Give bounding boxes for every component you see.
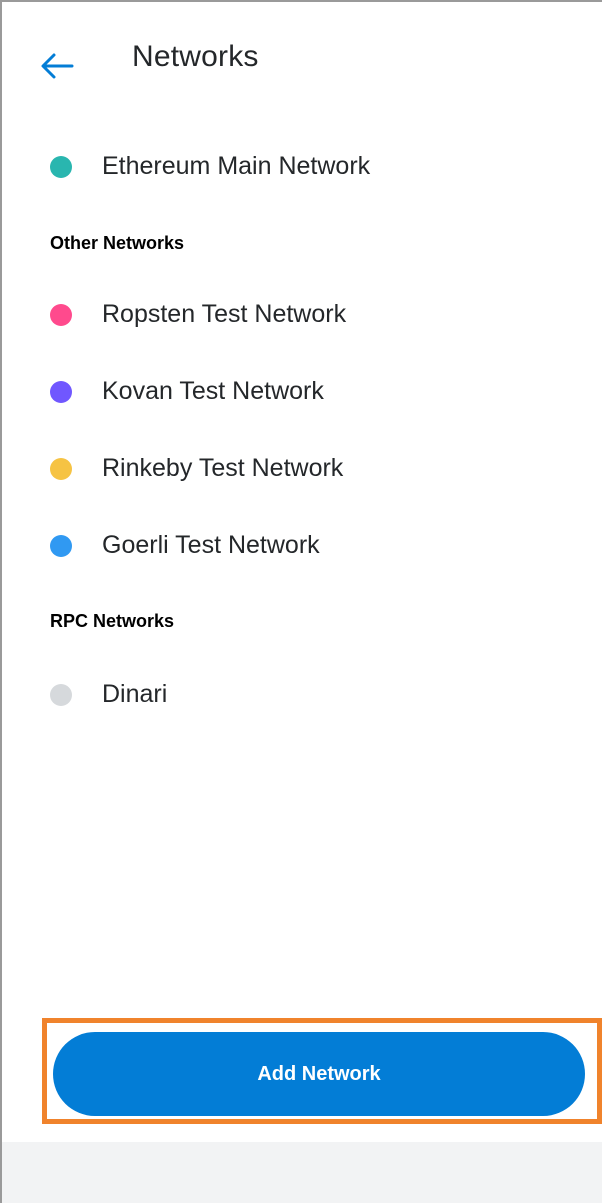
network-item-ropsten[interactable]: Ropsten Test Network xyxy=(2,284,562,344)
network-label: Rinkeby Test Network xyxy=(102,454,344,482)
section-heading-rpc-networks: RPC Networks xyxy=(50,611,175,631)
network-color-dot xyxy=(50,535,72,557)
network-item-rinkeby[interactable]: Rinkeby Test Network xyxy=(2,438,562,498)
network-color-dot xyxy=(50,458,72,480)
add-network-button[interactable]: Add Network xyxy=(53,1032,585,1116)
network-color-dot xyxy=(50,156,72,178)
network-item-dinari[interactable]: Dinari xyxy=(2,664,562,724)
network-item-goerli[interactable]: Goerli Test Network xyxy=(2,515,562,575)
network-item-ethereum-main[interactable]: Ethereum Main Network xyxy=(2,136,562,196)
header: Networks xyxy=(2,2,602,122)
network-label: Kovan Test Network xyxy=(102,377,324,405)
network-color-dot xyxy=(50,684,72,706)
network-color-dot xyxy=(50,304,72,326)
network-item-kovan[interactable]: Kovan Test Network xyxy=(2,361,562,421)
network-color-dot xyxy=(50,381,72,403)
section-heading-other-networks: Other Networks xyxy=(50,233,185,253)
network-label: Dinari xyxy=(102,680,168,708)
footer-strip xyxy=(2,1142,602,1203)
page-title: Networks xyxy=(132,40,259,73)
network-label: Ethereum Main Network xyxy=(102,152,371,180)
network-label: Ropsten Test Network xyxy=(102,300,347,328)
networks-screen: Networks Ethereum Main Network Other Net… xyxy=(0,0,602,1203)
arrow-left-icon[interactable] xyxy=(40,52,74,80)
network-label: Goerli Test Network xyxy=(102,531,320,559)
